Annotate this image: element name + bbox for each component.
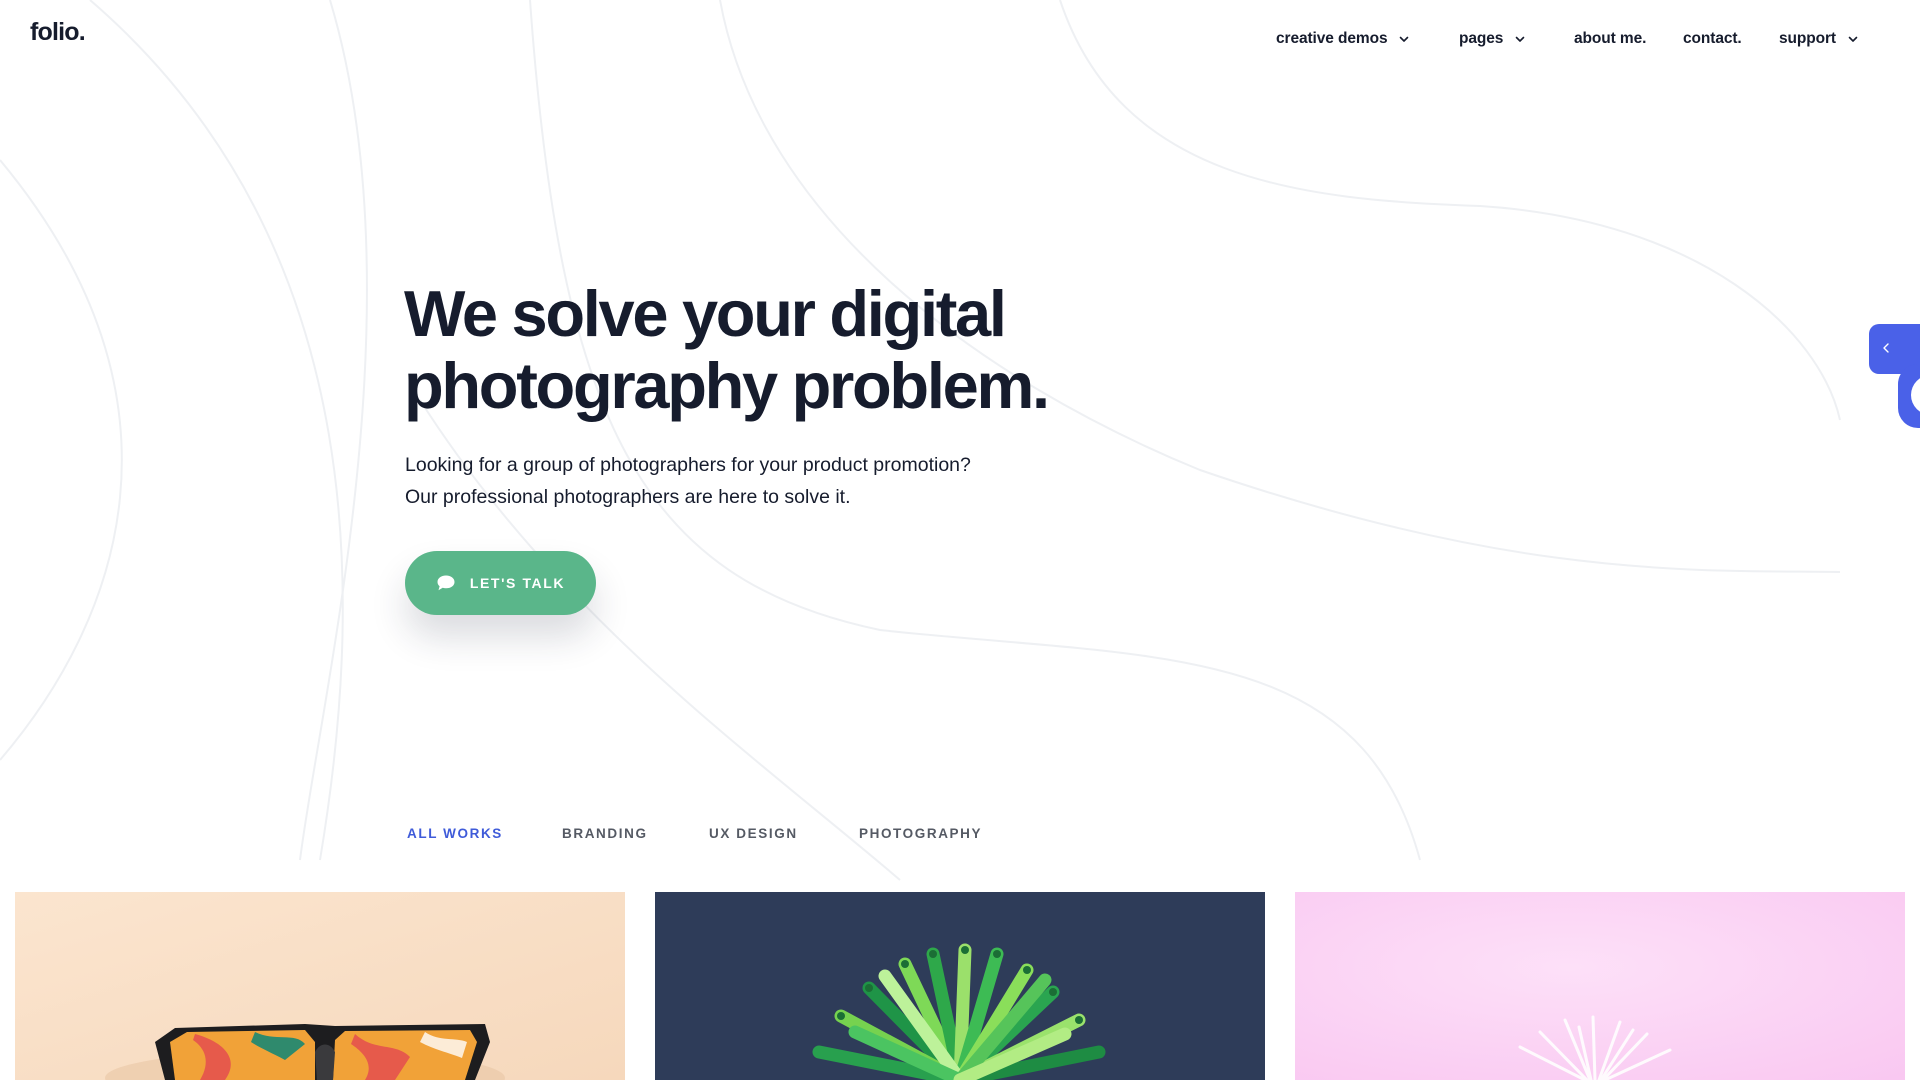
portfolio-card-sunglasses[interactable] (15, 892, 625, 1080)
hero-title-line: We solve your digital (404, 277, 1007, 350)
portfolio-card-straws[interactable] (655, 892, 1265, 1080)
hero-subtitle: Looking for a group of photographers for… (405, 449, 1045, 513)
chevron-down-icon (1515, 34, 1525, 44)
straws-image (655, 892, 1265, 1080)
nav-item-label: contact. (1683, 30, 1742, 47)
filter-ux-design[interactable]: UX DESIGN (709, 826, 798, 841)
nav-item-label: support (1779, 30, 1836, 47)
site-logo[interactable]: folio. (30, 18, 86, 47)
chat-bubble-icon (436, 574, 456, 592)
hero-title-line: photography problem. (404, 349, 1050, 422)
nav-item-label: creative demos (1276, 30, 1388, 47)
hero-title: We solve your digital photography proble… (404, 278, 1124, 422)
nav-item-creative-demos[interactable]: creative demos (1276, 28, 1409, 50)
filter-photography[interactable]: PHOTOGRAPHY (859, 826, 982, 841)
nav-item-support[interactable]: support (1779, 28, 1858, 50)
nav-item-label: about me. (1574, 30, 1647, 47)
hero-subtitle-line: Looking for a group of photographers for… (405, 454, 971, 476)
sunglasses-image (15, 892, 625, 1080)
nav-item-pages[interactable]: pages (1459, 28, 1525, 50)
lets-talk-button[interactable]: LET'S TALK (405, 551, 596, 615)
pink-plant-image (1295, 892, 1905, 1080)
chevron-down-icon (1399, 34, 1409, 44)
filter-branding[interactable]: BRANDING (562, 826, 648, 841)
nav-item-label: pages (1459, 30, 1504, 47)
chevron-left-icon (1880, 341, 1892, 355)
nav-item-contact[interactable]: contact. (1683, 28, 1742, 50)
nav-item-about-me[interactable]: about me. (1574, 28, 1646, 50)
filter-all-works[interactable]: ALL WORKS (407, 826, 503, 841)
chevron-down-icon (1848, 34, 1858, 44)
portfolio-card-pink-plant[interactable] (1295, 892, 1905, 1080)
lets-talk-label: LET'S TALK (469, 575, 566, 591)
hero-subtitle-line: Our professional photographers are here … (405, 486, 851, 508)
